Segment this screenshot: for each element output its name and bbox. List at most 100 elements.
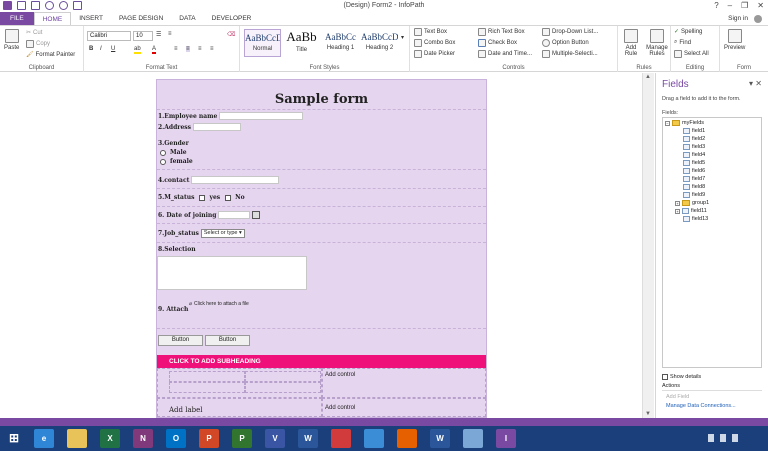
font-family-select[interactable]: Calibri bbox=[87, 31, 131, 41]
tree-item[interactable]: field5 bbox=[683, 160, 705, 166]
canvas-scrollbar[interactable]: ▲ ▼ bbox=[642, 73, 654, 418]
firefox-icon[interactable] bbox=[397, 429, 417, 448]
lync-icon[interactable] bbox=[364, 429, 384, 448]
control-drop-down-list[interactable]: Drop-Down List... bbox=[542, 28, 598, 36]
tray-flag-icon[interactable] bbox=[708, 434, 714, 442]
tray-network-icon[interactable] bbox=[720, 434, 726, 442]
table-cell-inner-1[interactable] bbox=[169, 371, 245, 382]
sign-in-link[interactable]: Sign in bbox=[728, 15, 748, 23]
control-date-picker[interactable]: Date Picker bbox=[414, 50, 455, 58]
tree-item[interactable]: field4 bbox=[683, 152, 705, 158]
control-text-box[interactable]: Text Box bbox=[414, 28, 447, 36]
attach-control[interactable]: ⌀ Click here to attach a file bbox=[189, 301, 249, 307]
no-checkbox[interactable] bbox=[225, 194, 232, 201]
yes-checkbox[interactable] bbox=[199, 194, 206, 201]
table-cell-inner-4[interactable] bbox=[245, 382, 321, 393]
tab-file[interactable]: FILE bbox=[0, 12, 34, 25]
male-radio[interactable] bbox=[160, 149, 166, 156]
ie-icon[interactable]: e bbox=[34, 429, 54, 448]
tab-home[interactable]: HOME bbox=[33, 12, 72, 25]
visio-icon[interactable]: V bbox=[265, 429, 285, 448]
underline-button[interactable]: U bbox=[111, 46, 115, 52]
tree-item[interactable]: field8 bbox=[683, 184, 705, 190]
male-option[interactable]: Male bbox=[160, 149, 187, 156]
control-multiple-selection[interactable]: Multiple-Selecti... bbox=[542, 50, 598, 58]
show-details-checkbox[interactable] bbox=[662, 374, 668, 380]
collapse-icon[interactable]: − bbox=[665, 120, 670, 126]
add-label-placeholder[interactable]: Add label bbox=[169, 406, 203, 414]
add-control-placeholder-1[interactable]: Add control bbox=[325, 372, 355, 378]
tree-item[interactable]: field9 bbox=[683, 192, 705, 198]
scroll-down-icon[interactable]: ▼ bbox=[645, 411, 651, 417]
control-check-box[interactable]: Check Box bbox=[478, 39, 517, 47]
tab-data[interactable]: DATA bbox=[171, 12, 203, 25]
add-field-link[interactable]: Add Field bbox=[666, 394, 689, 400]
tab-developer[interactable]: DEVELOPER bbox=[204, 12, 260, 25]
restore-button[interactable]: ❐ bbox=[741, 1, 748, 10]
find-button[interactable]: ⌕ Find bbox=[674, 39, 691, 46]
control-date-time[interactable]: Date and Time... bbox=[478, 50, 532, 58]
tree-item[interactable]: field1 bbox=[683, 128, 705, 134]
show-details-option[interactable]: Show details bbox=[662, 374, 701, 380]
numbering-button[interactable]: ≡ bbox=[168, 31, 172, 37]
pane-close-icon[interactable]: ▾ ✕ bbox=[749, 79, 762, 88]
tree-item[interactable]: field6 bbox=[683, 168, 705, 174]
style-heading1[interactable]: AaBbCc Heading 1 bbox=[322, 29, 359, 57]
paste-button[interactable]: Paste bbox=[4, 29, 19, 51]
outlook-icon[interactable]: O bbox=[166, 429, 186, 448]
employee-name-field[interactable] bbox=[219, 112, 304, 120]
tree-item[interactable]: field7 bbox=[683, 176, 705, 182]
copy-button[interactable]: Copy bbox=[26, 40, 50, 48]
spelling-button[interactable]: ✓ Spelling bbox=[674, 28, 702, 36]
tab-page-design[interactable]: PAGE DESIGN bbox=[111, 12, 171, 25]
style-title[interactable]: AaBb Title bbox=[283, 29, 320, 57]
control-combo-box[interactable]: Combo Box bbox=[414, 39, 455, 47]
select-all-button[interactable]: Select All bbox=[674, 50, 709, 58]
align-right-button[interactable]: ≡ bbox=[198, 46, 202, 52]
styles-more-button[interactable]: ▾ bbox=[401, 34, 404, 41]
mail-icon[interactable] bbox=[331, 429, 351, 448]
tray-volume-icon[interactable] bbox=[732, 434, 738, 442]
add-control-placeholder-2[interactable]: Add control bbox=[325, 405, 355, 411]
tree-item[interactable]: + field11 bbox=[675, 208, 707, 214]
bullets-button[interactable]: ☰ bbox=[156, 31, 161, 38]
table-cell-inner-2[interactable] bbox=[245, 371, 321, 382]
style-normal[interactable]: AaBbCcDd Normal bbox=[244, 29, 281, 57]
explorer-icon[interactable] bbox=[67, 429, 87, 448]
folder-icon[interactable] bbox=[463, 429, 483, 448]
start-button[interactable]: ⊞ bbox=[4, 429, 24, 448]
calendar-icon[interactable] bbox=[252, 211, 261, 219]
tab-insert[interactable]: INSERT bbox=[71, 12, 111, 25]
help-button[interactable]: ? bbox=[714, 1, 718, 10]
clear-format-button[interactable]: ⌫ bbox=[227, 31, 235, 38]
tree-item-group[interactable]: + group1 bbox=[675, 200, 709, 206]
onenote-icon[interactable]: N bbox=[133, 429, 153, 448]
form-button-2[interactable]: Button bbox=[205, 335, 250, 346]
selection-listbox[interactable] bbox=[157, 256, 307, 290]
powerpoint-icon[interactable]: P bbox=[199, 429, 219, 448]
contact-field[interactable] bbox=[191, 176, 280, 184]
close-button[interactable]: ✕ bbox=[757, 1, 764, 10]
align-left-button[interactable]: ≡ bbox=[174, 46, 178, 52]
tree-item[interactable]: field3 bbox=[683, 144, 705, 150]
highlight-button[interactable]: ab bbox=[134, 46, 141, 54]
font-size-select[interactable]: 10 bbox=[133, 31, 153, 41]
tree-root[interactable]: − myFields bbox=[665, 120, 704, 126]
form-button-1[interactable]: Button bbox=[158, 335, 203, 346]
tree-item[interactable]: field13 bbox=[683, 216, 708, 222]
italic-button[interactable]: I bbox=[100, 46, 102, 52]
project-icon[interactable]: P bbox=[232, 429, 252, 448]
expand-icon[interactable]: + bbox=[675, 208, 680, 214]
style-heading2[interactable]: AaBbCcDc Heading 2 bbox=[361, 29, 398, 57]
female-radio[interactable] bbox=[160, 158, 166, 165]
font-color-button[interactable]: A bbox=[152, 46, 157, 54]
word2-icon[interactable]: W bbox=[430, 429, 450, 448]
job-status-select[interactable]: Select or type ▾ bbox=[200, 229, 245, 238]
format-painter-button[interactable]: 🖌 Format Painter bbox=[26, 51, 75, 59]
excel-icon[interactable]: X bbox=[100, 429, 120, 448]
subheading-bar[interactable]: CLICK TO ADD SUBHEADING bbox=[157, 355, 486, 368]
manage-rules-button[interactable]: Manage Rules bbox=[644, 29, 670, 57]
address-field[interactable] bbox=[193, 123, 242, 131]
avatar-icon[interactable] bbox=[754, 15, 762, 23]
bold-button[interactable]: B bbox=[89, 46, 93, 52]
